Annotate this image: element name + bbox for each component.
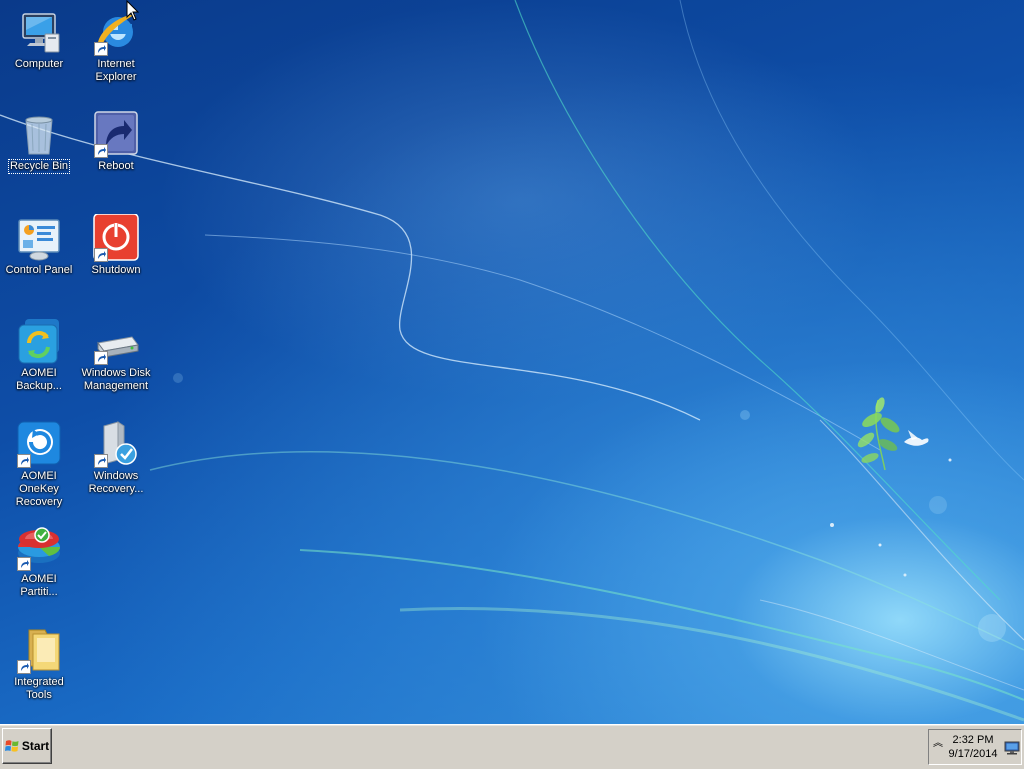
computer-icon xyxy=(15,8,63,56)
desktop[interactable]: Computer Recycle Bin Control Panel AOMEI… xyxy=(0,0,1024,724)
desktop-icon-label: Internet Explorer xyxy=(95,58,137,83)
power-icon xyxy=(92,214,140,262)
desktop-icon-windows-disk-management[interactable]: Windows Disk Management xyxy=(77,317,155,393)
shortcut-arrow-icon xyxy=(17,660,31,674)
desktop-icon-windows-recovery[interactable]: Windows Recovery... xyxy=(77,420,155,496)
desktop-icon-label: AOMEI Partiti... xyxy=(20,573,58,598)
plant-decoration xyxy=(857,397,900,471)
control-panel-icon xyxy=(15,214,63,262)
folder-icon xyxy=(15,626,63,674)
start-label: Start xyxy=(21,739,50,753)
desktop-icon-label: Shutdown xyxy=(91,264,141,276)
shortcut-arrow-icon xyxy=(17,454,31,468)
desktop-icon-label: Control Panel xyxy=(5,264,73,276)
start-button[interactable]: Start xyxy=(2,728,52,764)
desktop-icon-label: AOMEI OneKey Recovery xyxy=(15,470,63,508)
desktop-icon-aomei-onekey-recovery[interactable]: AOMEI OneKey Recovery xyxy=(0,420,78,509)
shortcut-arrow-icon xyxy=(94,248,108,262)
clock-time: 2:32 PM xyxy=(952,734,994,746)
desktop-icon-label: AOMEI Backup... xyxy=(16,367,62,392)
desktop-icon-integrated-tools[interactable]: Integrated Tools xyxy=(0,626,78,702)
desktop-icon-reboot[interactable]: Reboot xyxy=(77,110,155,173)
desktop-icon-recycle-bin[interactable]: Recycle Bin xyxy=(0,110,78,174)
disk-drive-icon xyxy=(92,317,140,365)
windows-recovery-icon xyxy=(92,420,140,468)
shortcut-arrow-icon xyxy=(94,144,108,158)
shortcut-arrow-icon xyxy=(94,351,108,365)
mouse-cursor-icon xyxy=(126,0,140,21)
reboot-icon xyxy=(92,110,140,158)
clock[interactable]: 2:32 PM 9/17/2014 xyxy=(945,733,1001,761)
desktop-icon-label: Reboot xyxy=(98,160,134,172)
desktop-icon-control-panel[interactable]: Control Panel xyxy=(0,214,78,277)
aomei-onekey-recovery-icon xyxy=(15,420,63,468)
windows-logo-icon xyxy=(4,740,19,752)
show-hidden-icons-button[interactable]: ︽ xyxy=(933,739,943,754)
shortcut-arrow-icon xyxy=(94,454,108,468)
network-monitor-icon[interactable] xyxy=(1004,741,1020,755)
desktop-icon-internet-explorer[interactable]: Internet Explorer xyxy=(77,8,155,84)
desktop-icon-label: Windows Disk Management xyxy=(81,367,151,392)
desktop-icon-shutdown[interactable]: Shutdown xyxy=(77,214,155,277)
aomei-partition-icon xyxy=(15,523,63,571)
shortcut-arrow-icon xyxy=(94,42,108,56)
notification-area: ︽ 2:32 PM 9/17/2014 xyxy=(928,729,1022,765)
clock-date: 9/17/2014 xyxy=(948,748,998,760)
desktop-icon-label: Integrated Tools xyxy=(14,676,64,701)
shortcut-arrow-icon xyxy=(17,557,31,571)
desktop-icon-aomei-backupper[interactable]: AOMEI Backup... xyxy=(0,317,78,393)
desktop-icon-label: Recycle Bin xyxy=(7,159,71,174)
desktop-icon-label: Computer xyxy=(14,58,64,70)
bird-decoration xyxy=(904,430,929,446)
taskbar: Start ︽ 2:32 PM 9/17/2014 xyxy=(0,724,1024,769)
desktop-icon-label: Windows Recovery... xyxy=(88,470,144,495)
desktop-icon-aomei-partition[interactable]: AOMEI Partiti... xyxy=(0,523,78,599)
recycle-bin-icon xyxy=(15,110,63,158)
aomei-backupper-icon xyxy=(15,317,63,365)
desktop-icon-computer[interactable]: Computer xyxy=(0,8,78,71)
